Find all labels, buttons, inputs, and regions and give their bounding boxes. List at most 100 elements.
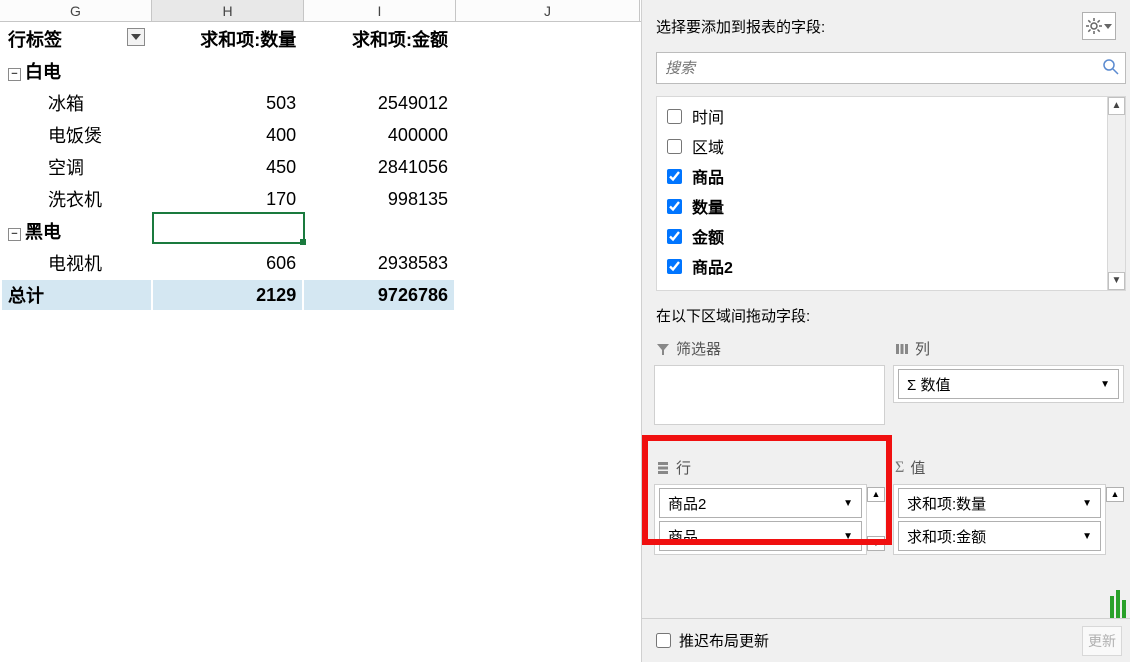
- pill-label: 求和项:金额: [907, 526, 986, 547]
- field-pill-rows[interactable]: 商品 ▼: [659, 521, 862, 551]
- update-button[interactable]: 更新: [1082, 626, 1122, 656]
- field-row[interactable]: 时间: [657, 101, 1125, 131]
- row-label[interactable]: 电饭煲: [2, 120, 151, 150]
- field-pill-rows[interactable]: 商品2 ▼: [659, 488, 862, 518]
- col-header-i[interactable]: I: [304, 0, 456, 21]
- field-label: 时间: [692, 104, 724, 128]
- rows-icon: [656, 461, 670, 475]
- pivot-field-pane: 选择要添加到报表的字段: 时间 区域 商品 数量 金额 商品2 ▲ ▼ 在以下区…: [641, 0, 1130, 662]
- values-area[interactable]: 求和项:数量 ▼ 求和项:金额 ▼: [893, 484, 1106, 555]
- spreadsheet-area: G H I J 行标签 求和项:数量 求和项:金额 −白电 冰箱50325490…: [0, 0, 641, 662]
- settings-button[interactable]: [1082, 12, 1116, 40]
- pill-label: 求和项:数量: [907, 493, 986, 514]
- field-row[interactable]: 商品2: [657, 251, 1125, 281]
- collapse-icon[interactable]: −: [8, 228, 21, 241]
- field-checkbox[interactable]: [667, 169, 682, 184]
- chevron-down-icon: ▼: [1082, 498, 1092, 509]
- activity-indicator: [1110, 590, 1126, 618]
- defer-checkbox[interactable]: [656, 633, 671, 648]
- row-qty[interactable]: 450: [153, 152, 302, 182]
- pivot-rowlabel-header: 行标签: [8, 30, 62, 50]
- row-qty[interactable]: 170: [153, 184, 302, 214]
- field-row[interactable]: 商品: [657, 161, 1125, 191]
- pill-label: 商品: [668, 526, 698, 547]
- filter-dropdown-icon[interactable]: [127, 28, 145, 46]
- rows-scroll: ▲ ▼: [867, 487, 885, 552]
- group-label: 白电: [25, 62, 61, 82]
- row-qty[interactable]: 503: [153, 88, 302, 118]
- col-header-j[interactable]: J: [456, 0, 640, 21]
- row-label[interactable]: 洗衣机: [2, 184, 151, 214]
- pivot-table: 行标签 求和项:数量 求和项:金额 −白电 冰箱5032549012 电饭煲40…: [0, 22, 456, 312]
- columns-area[interactable]: Σ 数值 ▼: [893, 365, 1124, 403]
- chevron-down-icon: ▼: [1082, 531, 1092, 542]
- defer-label: 推迟布局更新: [679, 630, 769, 651]
- field-list-scrollbar[interactable]: ▲ ▼: [1107, 97, 1125, 290]
- field-pill-values[interactable]: 求和项:金额 ▼: [898, 521, 1101, 551]
- field-search: [656, 52, 1126, 84]
- gear-icon: [1086, 18, 1102, 34]
- columns-icon: [895, 342, 909, 356]
- field-checkbox[interactable]: [667, 139, 682, 154]
- scroll-up-icon[interactable]: ▲: [867, 487, 885, 502]
- bottom-bar: 推迟布局更新 更新: [642, 618, 1130, 662]
- pivot-qty-header: 求和项:数量: [153, 24, 302, 54]
- row-qty[interactable]: 606: [153, 248, 302, 278]
- row-amt[interactable]: 998135: [304, 184, 454, 214]
- field-label: 金额: [692, 224, 724, 248]
- field-row[interactable]: 数量: [657, 191, 1125, 221]
- field-checkbox[interactable]: [667, 199, 682, 214]
- row-amt[interactable]: 2841056: [304, 152, 454, 182]
- row-amt[interactable]: 2938583: [304, 248, 454, 278]
- field-label: 商品: [692, 164, 724, 188]
- field-pill-values[interactable]: Σ 数值 ▼: [898, 369, 1119, 399]
- field-list: 时间 区域 商品 数量 金额 商品2 ▲ ▼: [656, 96, 1126, 291]
- field-checkbox[interactable]: [667, 109, 682, 124]
- group-label: 黑电: [25, 222, 61, 242]
- scroll-up-icon[interactable]: ▲: [1106, 487, 1124, 502]
- field-checkbox[interactable]: [667, 259, 682, 274]
- filters-area[interactable]: [654, 365, 885, 425]
- rows-area-label: 行: [676, 457, 691, 478]
- chevron-down-icon: [1104, 24, 1112, 29]
- drag-hint-label: 在以下区域间拖动字段:: [642, 291, 1130, 334]
- field-row[interactable]: 区域: [657, 131, 1125, 161]
- field-pill-values[interactable]: 求和项:数量 ▼: [898, 488, 1101, 518]
- row-qty[interactable]: 400: [153, 120, 302, 150]
- filter-icon: [656, 342, 670, 356]
- chevron-down-icon: ▼: [1100, 379, 1110, 390]
- values-scroll: ▲: [1106, 487, 1124, 552]
- defer-layout-checkbox[interactable]: 推迟布局更新: [656, 630, 769, 651]
- pill-label: 商品2: [668, 493, 706, 514]
- pill-label: Σ 数值: [907, 374, 950, 395]
- chevron-down-icon: ▼: [843, 531, 853, 542]
- values-area-label: 值: [910, 457, 925, 478]
- field-row[interactable]: 金额: [657, 221, 1125, 251]
- field-label: 商品2: [692, 254, 733, 278]
- col-header-h[interactable]: H: [152, 0, 304, 21]
- total-amt: 9726786: [304, 280, 454, 310]
- sigma-icon: Σ: [895, 459, 904, 477]
- field-checkbox[interactable]: [667, 229, 682, 244]
- scroll-down-icon[interactable]: ▼: [867, 536, 885, 551]
- search-input[interactable]: [656, 52, 1126, 84]
- pivot-amt-header: 求和项:金额: [304, 24, 454, 54]
- col-header-g[interactable]: G: [0, 0, 152, 21]
- collapse-icon[interactable]: −: [8, 68, 21, 81]
- row-label[interactable]: 空调: [2, 152, 151, 182]
- row-label[interactable]: 冰箱: [2, 88, 151, 118]
- total-qty: 2129: [153, 280, 302, 310]
- column-headers: G H I J: [0, 0, 641, 22]
- filters-area-label: 筛选器: [676, 338, 721, 359]
- row-amt[interactable]: 2549012: [304, 88, 454, 118]
- scroll-up-icon[interactable]: ▲: [1108, 97, 1125, 115]
- total-label: 总计: [2, 280, 151, 310]
- field-label: 区域: [692, 134, 724, 158]
- field-label: 数量: [692, 194, 724, 218]
- search-icon: [1102, 58, 1120, 76]
- row-label[interactable]: 电视机: [2, 248, 151, 278]
- rows-area[interactable]: 商品2 ▼ 商品 ▼: [654, 484, 867, 555]
- row-amt[interactable]: 400000: [304, 120, 454, 150]
- chevron-down-icon: ▼: [843, 498, 853, 509]
- scroll-down-icon[interactable]: ▼: [1108, 272, 1125, 290]
